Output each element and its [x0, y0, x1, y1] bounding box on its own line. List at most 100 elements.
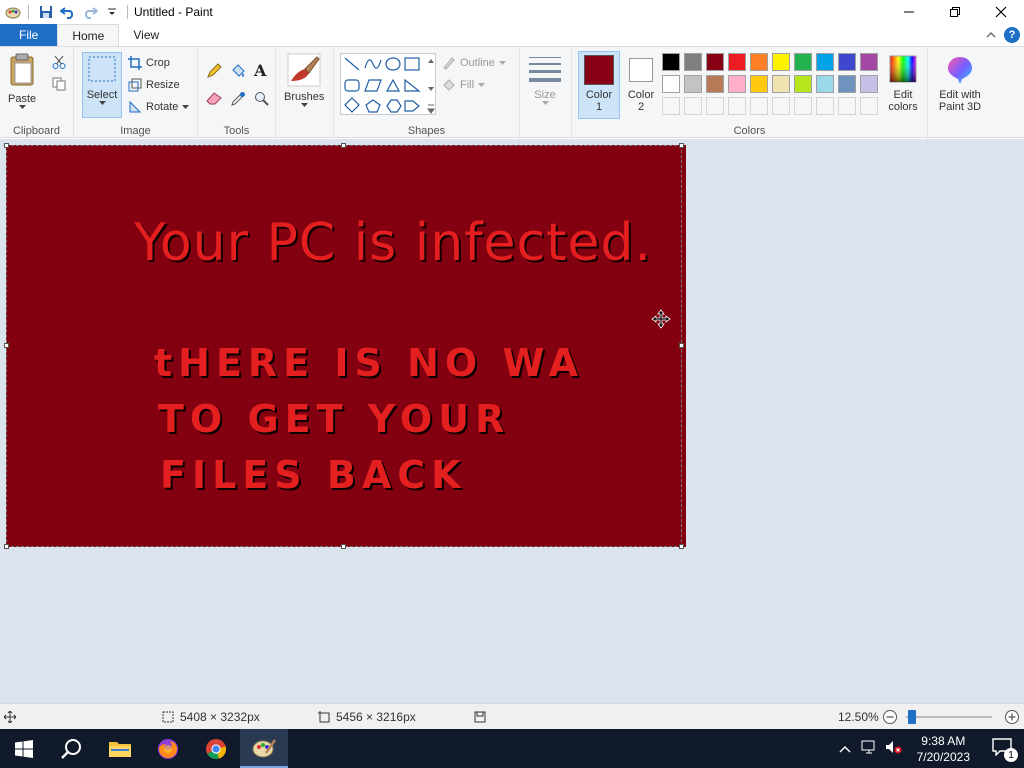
search-button[interactable] [48, 729, 96, 768]
custom-color-slot[interactable] [684, 97, 702, 115]
palette-color-swatch[interactable] [684, 75, 702, 93]
edit-with-paint3d-button[interactable]: Edit with Paint 3D [932, 55, 988, 113]
shapes-gallery[interactable] [340, 53, 436, 115]
minimize-button[interactable] [886, 0, 932, 24]
show-hidden-icons-button[interactable] [833, 742, 857, 756]
canvas-workspace[interactable]: Your PC is infected. tHERE IS NO WA TO G… [0, 139, 1024, 703]
resize-handle-bottom[interactable] [341, 544, 346, 549]
custom-color-slot[interactable] [772, 97, 790, 115]
palette-color-swatch[interactable] [662, 75, 680, 93]
zoom-slider-thumb[interactable] [908, 710, 916, 724]
zoom-out-icon [883, 710, 897, 724]
outline-button[interactable]: Outline [442, 53, 506, 73]
close-button[interactable] [978, 0, 1024, 24]
zoom-out-button[interactable] [882, 704, 898, 730]
color2-button[interactable]: Color 2 [622, 55, 660, 113]
palette-color-swatch[interactable] [728, 75, 746, 93]
custom-color-slot[interactable] [816, 97, 834, 115]
size-button[interactable]: Size [528, 55, 562, 105]
resize-handle-top-right[interactable] [679, 143, 684, 148]
custom-color-slot[interactable] [728, 97, 746, 115]
magnifier-icon[interactable] [254, 91, 270, 110]
zoom-in-button[interactable] [1004, 704, 1020, 730]
clock[interactable]: 9:38 AM 7/20/2023 [909, 733, 978, 765]
palette-color-swatch[interactable] [860, 75, 878, 93]
rotate-icon [129, 100, 142, 113]
resize-handle-bottom-left[interactable] [4, 544, 9, 549]
resize-handle-top[interactable] [341, 143, 346, 148]
edit-colors-button[interactable]: Edit colors [884, 55, 922, 113]
copy-icon[interactable] [52, 77, 66, 94]
palette-color-swatch[interactable] [794, 75, 812, 93]
image-size: 5456 × 3216px [318, 704, 416, 730]
color1-content[interactable]: Color 1 [580, 55, 618, 113]
chevron-up-icon[interactable] [986, 28, 996, 42]
custom-color-slot[interactable] [662, 97, 680, 115]
tab-home[interactable]: Home [57, 24, 120, 47]
color-picker-icon[interactable] [230, 91, 246, 110]
fill-bucket-icon[interactable] [230, 63, 246, 82]
action-center-button[interactable]: 1 [978, 738, 1024, 762]
palette-color-swatch[interactable] [728, 53, 746, 71]
palette-color-swatch[interactable] [684, 53, 702, 71]
undo-icon[interactable] [57, 1, 79, 23]
palette-color-swatch[interactable] [706, 53, 724, 71]
paste-button[interactable]: Paste [8, 53, 36, 109]
palette-color-swatch[interactable] [860, 53, 878, 71]
brushes-button[interactable]: Brushes [284, 53, 324, 107]
zoom-slider-track[interactable] [906, 716, 992, 718]
text-tool-icon[interactable]: A [254, 61, 266, 80]
pencil-icon[interactable] [206, 63, 222, 82]
taskbar-paint[interactable] [240, 729, 288, 768]
palette-color-swatch[interactable] [706, 75, 724, 93]
palette-color-swatch[interactable] [816, 75, 834, 93]
custom-color-slot[interactable] [794, 97, 812, 115]
palette-color-swatch[interactable] [662, 53, 680, 71]
palette-color-swatch[interactable] [772, 53, 790, 71]
drawing-canvas[interactable]: Your PC is infected. tHERE IS NO WA TO G… [6, 145, 686, 547]
maximize-button[interactable] [932, 0, 978, 24]
paint-app-icon[interactable] [2, 1, 24, 23]
start-button[interactable] [0, 729, 48, 768]
tools-group: A Tools [198, 47, 276, 139]
shapes-scroll[interactable] [426, 53, 436, 115]
taskbar-file-explorer[interactable] [96, 729, 144, 768]
help-icon[interactable]: ? [1004, 27, 1020, 43]
custom-color-slot[interactable] [706, 97, 724, 115]
custom-color-slot[interactable] [860, 97, 878, 115]
crop-button[interactable]: Crop [128, 53, 170, 73]
select-button-content[interactable]: Select [82, 55, 122, 105]
custom-color-slot[interactable] [838, 97, 856, 115]
palette-color-swatch[interactable] [750, 53, 768, 71]
taskbar-firefox[interactable] [144, 729, 192, 768]
resize-button[interactable]: Resize [128, 75, 180, 95]
taskbar-chrome[interactable] [192, 729, 240, 768]
crop-icon [128, 56, 142, 70]
rotate-button[interactable]: Rotate [128, 97, 190, 117]
select-icon [88, 56, 116, 82]
palette-color-swatch[interactable] [838, 53, 856, 71]
ribbon-tabs: File Home View ? [0, 24, 1024, 47]
palette-color-swatch[interactable] [772, 75, 790, 93]
ribbon: Paste Clipboard Select Crop Resize Rotat… [0, 46, 1024, 139]
paste-icon [10, 53, 34, 86]
fill-button[interactable]: Fill [442, 75, 486, 95]
resize-handle-right[interactable] [679, 343, 684, 348]
save-icon[interactable] [35, 1, 57, 23]
custom-color-slot[interactable] [750, 97, 768, 115]
volume-muted-icon[interactable] [881, 740, 909, 757]
eraser-icon[interactable] [206, 91, 222, 108]
resize-handle-bottom-right[interactable] [679, 544, 684, 549]
palette-color-swatch[interactable] [750, 75, 768, 93]
resize-handle-top-left[interactable] [4, 143, 9, 148]
palette-color-swatch[interactable] [838, 75, 856, 93]
redo-icon[interactable] [79, 1, 101, 23]
customize-qat-icon[interactable] [101, 1, 123, 23]
resize-handle-left[interactable] [4, 343, 9, 348]
tab-view[interactable]: View [119, 24, 173, 46]
cut-icon[interactable] [52, 55, 66, 72]
tab-file[interactable]: File [0, 24, 58, 46]
palette-color-swatch[interactable] [816, 53, 834, 71]
network-icon[interactable] [857, 740, 881, 757]
palette-color-swatch[interactable] [794, 53, 812, 71]
